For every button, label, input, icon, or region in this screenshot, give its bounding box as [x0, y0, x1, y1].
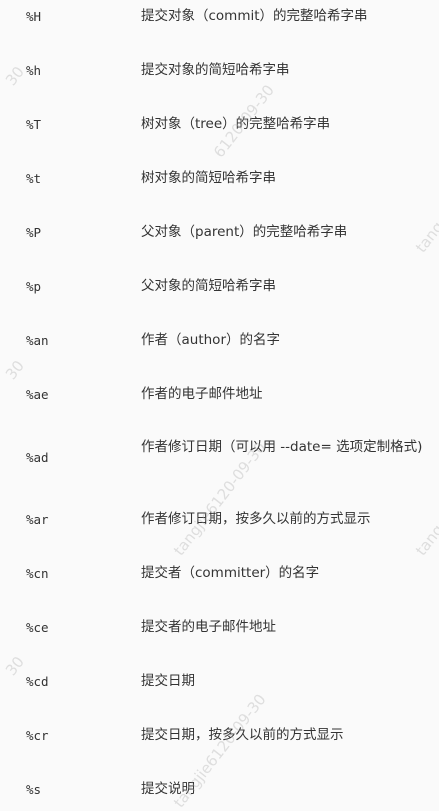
- watermark: tangjie6120-09-30: [170, 438, 270, 560]
- format-code: %s: [26, 782, 42, 797]
- format-description: 提交者的电子邮件地址: [141, 619, 276, 635]
- format-code: %ad: [26, 450, 49, 465]
- format-code: %p: [26, 279, 42, 294]
- watermark: 30: [2, 652, 28, 680]
- format-description: 提交日期: [141, 673, 195, 689]
- format-code: %ce: [26, 620, 49, 635]
- format-code: %cd: [26, 674, 49, 689]
- format-description: 树对象（tree）的完整哈希字串: [141, 116, 331, 132]
- format-description: 作者修订日期，按多久以前的方式显示: [141, 511, 371, 527]
- format-code: %H: [26, 9, 42, 24]
- format-description: 作者（author）的名字: [141, 332, 280, 348]
- format-description: 作者修订日期（可以用 --date= 选项定制格式): [141, 439, 423, 455]
- format-code: %T: [26, 117, 42, 132]
- format-description: 树对象的简短哈希字串: [141, 170, 276, 186]
- format-description: 提交说明: [141, 781, 195, 797]
- format-code: %cn: [26, 566, 49, 581]
- watermark: 30: [2, 356, 28, 384]
- format-description: 父对象（parent）的完整哈希字串: [141, 224, 348, 240]
- format-code: %P: [26, 225, 42, 240]
- watermark: 30: [2, 62, 28, 90]
- format-code: %h: [26, 63, 42, 78]
- format-code: %t: [26, 171, 42, 186]
- format-code: %ar: [26, 512, 49, 527]
- format-description: 提交日期，按多久以前的方式显示: [141, 727, 344, 743]
- format-description: 作者的电子邮件地址: [141, 386, 263, 402]
- format-code: %ae: [26, 387, 49, 402]
- format-description: 提交者（committer）的名字: [141, 565, 320, 581]
- format-description: 提交对象的简短哈希字串: [141, 62, 290, 78]
- format-description: 父对象的简短哈希字串: [141, 278, 276, 294]
- format-code: %cr: [26, 728, 49, 743]
- format-description: 提交对象（commit）的完整哈希字串: [141, 8, 368, 24]
- format-code: %an: [26, 333, 49, 348]
